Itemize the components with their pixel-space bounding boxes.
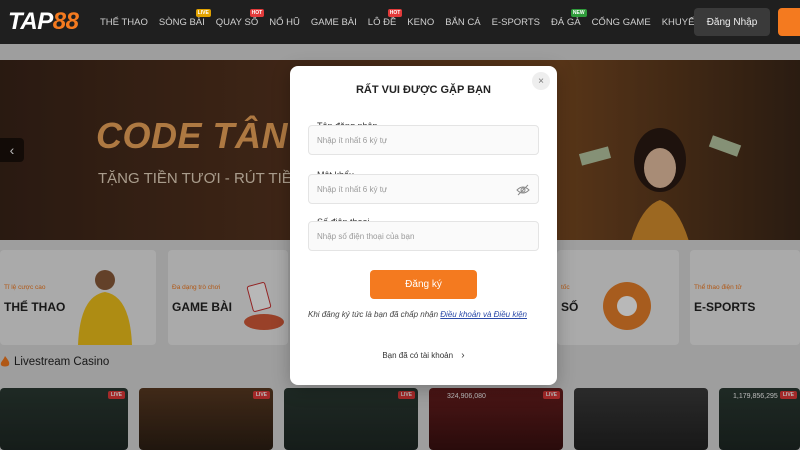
menu-item-ban-ca[interactable]: BẮN CÁ xyxy=(445,17,480,28)
password-field-wrapper xyxy=(308,174,539,204)
eye-slash-icon[interactable] xyxy=(516,183,530,197)
have-account-text: Bạn đã có tài khoản xyxy=(382,351,454,360)
menu-label: QUAY SỐ xyxy=(215,16,259,28)
menu-label: THỂ THAO xyxy=(100,16,148,28)
menu-item-song-bai[interactable]: SÒNG BÀI LIVE xyxy=(158,8,211,28)
modal-title: RẤT VUI ĐƯỢC GẶP BẠN xyxy=(355,84,492,96)
hot-badge: HOT xyxy=(387,8,403,17)
username-input[interactable] xyxy=(309,126,509,154)
menu-label: BẮN CÁ xyxy=(445,16,481,28)
password-input[interactable] xyxy=(309,175,509,203)
menu-item-quay-so[interactable]: QUAY SỐ HOT xyxy=(215,8,265,28)
menu-label: NỔ HŨ xyxy=(269,16,300,28)
chevron-right-icon: › xyxy=(461,350,465,361)
logo-text-white: TAP xyxy=(8,8,53,35)
terms-text: Khi đăng ký tức là bạn đã chấp nhận xyxy=(308,310,441,319)
phone-field-wrapper xyxy=(308,221,539,251)
menu-label: LÔ ĐỀ xyxy=(367,16,397,28)
new-badge: NEW xyxy=(570,8,587,17)
main-menu: THỂ THAO SÒNG BÀI LIVE QUAY SỐ HOT NỔ HŨ G… xyxy=(100,0,732,44)
menu-label: E-SPORTS xyxy=(491,16,540,28)
menu-item-da-ga[interactable]: ĐÁ GÀ NEW xyxy=(551,8,587,28)
login-button[interactable]: Đăng Nhập xyxy=(694,8,770,36)
menu-item-cong-game[interactable]: CỔNG GAME xyxy=(592,17,651,28)
menu-item-e-sports[interactable]: E-SPORTS xyxy=(492,17,540,28)
have-account-link[interactable]: Bạn đã có tài khoản › xyxy=(290,350,557,361)
menu-item-the-thao[interactable]: THỂ THAO xyxy=(100,17,148,28)
register-modal: × RẤT VUI ĐƯỢC GẶP BẠN Tên đăng nhập Mật… xyxy=(290,66,557,385)
menu-label: CỔNG GAME xyxy=(591,16,651,28)
brand-logo[interactable]: TAP88 xyxy=(8,8,79,36)
menu-item-game-bai[interactable]: GAME BÀI xyxy=(311,17,357,28)
register-button[interactable] xyxy=(778,8,800,36)
menu-label: ĐÁ GÀ xyxy=(551,16,581,28)
top-nav: TAP88 THỂ THAO SÒNG BÀI LIVE QUAY SỐ HOT N… xyxy=(0,0,800,44)
menu-item-lo-de[interactable]: LÔ ĐỀ HOT xyxy=(367,8,403,28)
terms-notice: Khi đăng ký tức là bạn đã chấp nhận Điều… xyxy=(308,309,539,321)
phone-input[interactable] xyxy=(309,222,509,250)
menu-item-no-hu[interactable]: NỔ HŨ xyxy=(269,17,300,28)
register-submit-button[interactable]: Đăng ký xyxy=(370,270,477,299)
logo-text-orange: 88 xyxy=(52,8,79,35)
live-badge: LIVE xyxy=(195,8,211,17)
hot-badge: HOT xyxy=(249,8,265,17)
menu-item-keno[interactable]: KENO xyxy=(407,17,434,28)
terms-link[interactable]: Điều khoản và Điều kiện xyxy=(440,310,527,319)
menu-label: SÒNG BÀI xyxy=(158,16,205,28)
menu-label: GAME BÀI xyxy=(310,16,357,28)
menu-label: KENO xyxy=(407,16,435,28)
username-field-wrapper xyxy=(308,125,539,155)
